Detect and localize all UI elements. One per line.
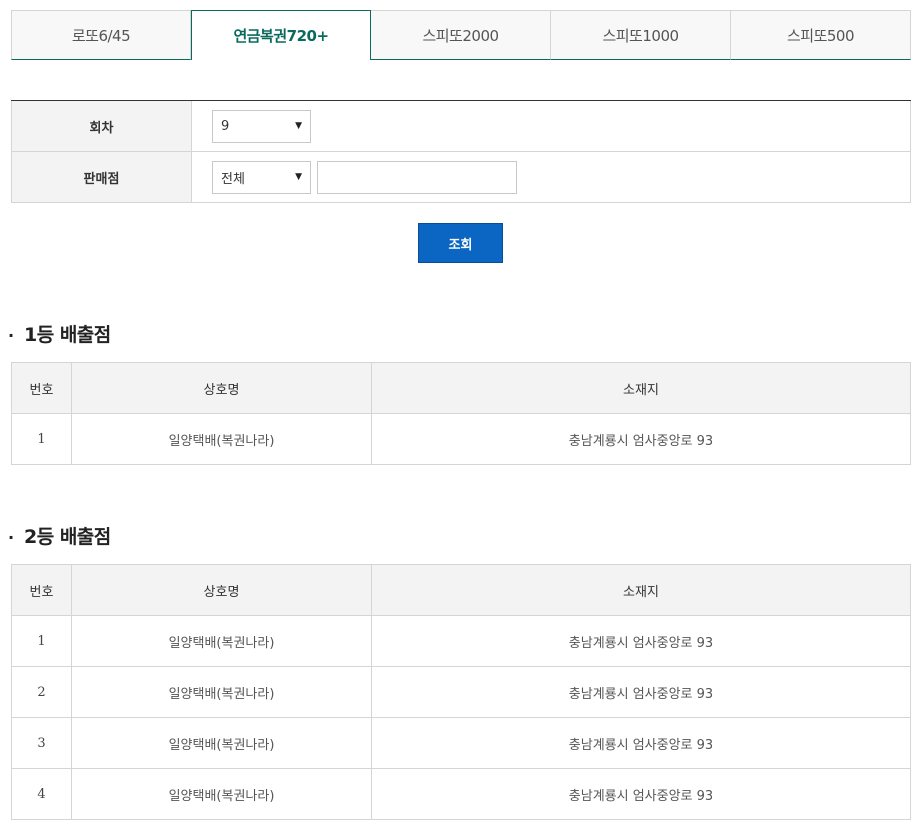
triangle-down-icon: ▼ (295, 121, 302, 131)
tab-speetto2000[interactable]: 스피또2000 (371, 10, 551, 60)
row-no: 2 (11, 666, 72, 718)
first-prize-title-text: 1등 배출점 (24, 324, 111, 346)
table-row: 3 일양택배(복권나라) 충남계룡시 엄사중앙로 93 (11, 717, 911, 769)
row-address: 충남계룡시 엄사중앙로 93 (371, 666, 911, 718)
second-prize-title: · 2등 배출점 (8, 522, 111, 549)
row-no: 4 (11, 768, 72, 820)
row-name: 일양택배(복권나라) (71, 413, 372, 465)
second-prize-title-text: 2등 배출점 (24, 526, 111, 548)
row-name: 일양택배(복권나라) (71, 666, 372, 718)
row-name: 일양택배(복권나라) (71, 717, 372, 769)
tab-lotto645[interactable]: 로또6/45 (11, 10, 191, 60)
round-select-value: 9 (221, 118, 230, 134)
row-name: 일양택배(복권나라) (71, 615, 372, 667)
second-prize-table: 번호 상호명 소재지 1 일양택배(복권나라) 충남계룡시 엄사중앙로 93 2… (11, 564, 911, 820)
store-label: 판매점 (11, 152, 192, 202)
tab-pension720[interactable]: 연금복권720+ (191, 10, 371, 60)
store-keyword-input[interactable] (317, 160, 517, 194)
region-select-value: 전체 (221, 171, 245, 187)
round-label: 회차 (11, 101, 192, 151)
row-address: 충남계룡시 엄사중앙로 93 (371, 768, 911, 820)
table-row: 1 일양택배(복권나라) 충남계룡시 엄사중앙로 93 (11, 413, 911, 465)
row-name: 일양택배(복권나라) (71, 768, 372, 820)
lottery-tabs: 로또6/45 연금복권720+ 스피또2000 스피또1000 스피또500 (11, 10, 911, 60)
bullet-dot-icon: · (8, 326, 14, 345)
row-address: 충남계룡시 엄사중앙로 93 (371, 717, 911, 769)
round-select[interactable]: 9 ▼ (212, 109, 311, 143)
header-no: 번호 (11, 362, 72, 414)
tab-speetto500[interactable]: 스피또500 (731, 10, 911, 60)
first-prize-title: · 1등 배출점 (8, 320, 111, 347)
header-no: 번호 (11, 564, 72, 616)
bullet-dot-icon: · (8, 528, 14, 547)
round-row: 회차 9 ▼ (11, 101, 911, 152)
first-prize-table: 번호 상호명 소재지 1 일양택배(복권나라) 충남계룡시 엄사중앙로 93 (11, 362, 911, 465)
row-no: 3 (11, 717, 72, 769)
row-no: 1 (11, 413, 72, 465)
table-header-row: 번호 상호명 소재지 (11, 564, 911, 616)
row-address: 충남계룡시 엄사중앙로 93 (371, 615, 911, 667)
round-cell: 9 ▼ (192, 101, 911, 151)
store-cell: 전체 ▼ (192, 152, 911, 202)
header-name: 상호명 (71, 362, 372, 414)
table-row: 4 일양택배(복권나라) 충남계룡시 엄사중앙로 93 (11, 768, 911, 820)
header-address: 소재지 (371, 564, 911, 616)
table-header-row: 번호 상호명 소재지 (11, 362, 911, 414)
row-address: 충남계룡시 엄사중앙로 93 (371, 413, 911, 465)
row-no: 1 (11, 615, 72, 667)
search-form: 회차 9 ▼ 판매점 전체 ▼ (11, 100, 911, 203)
header-address: 소재지 (371, 362, 911, 414)
header-name: 상호명 (71, 564, 372, 616)
store-row: 판매점 전체 ▼ (11, 152, 911, 203)
triangle-down-icon: ▼ (295, 172, 302, 182)
search-button[interactable]: 조회 (418, 223, 503, 263)
table-row: 2 일양택배(복권나라) 충남계룡시 엄사중앙로 93 (11, 666, 911, 718)
table-row: 1 일양택배(복권나라) 충남계룡시 엄사중앙로 93 (11, 615, 911, 667)
region-select[interactable]: 전체 ▼ (212, 160, 311, 194)
tab-speetto1000[interactable]: 스피또1000 (551, 10, 731, 60)
